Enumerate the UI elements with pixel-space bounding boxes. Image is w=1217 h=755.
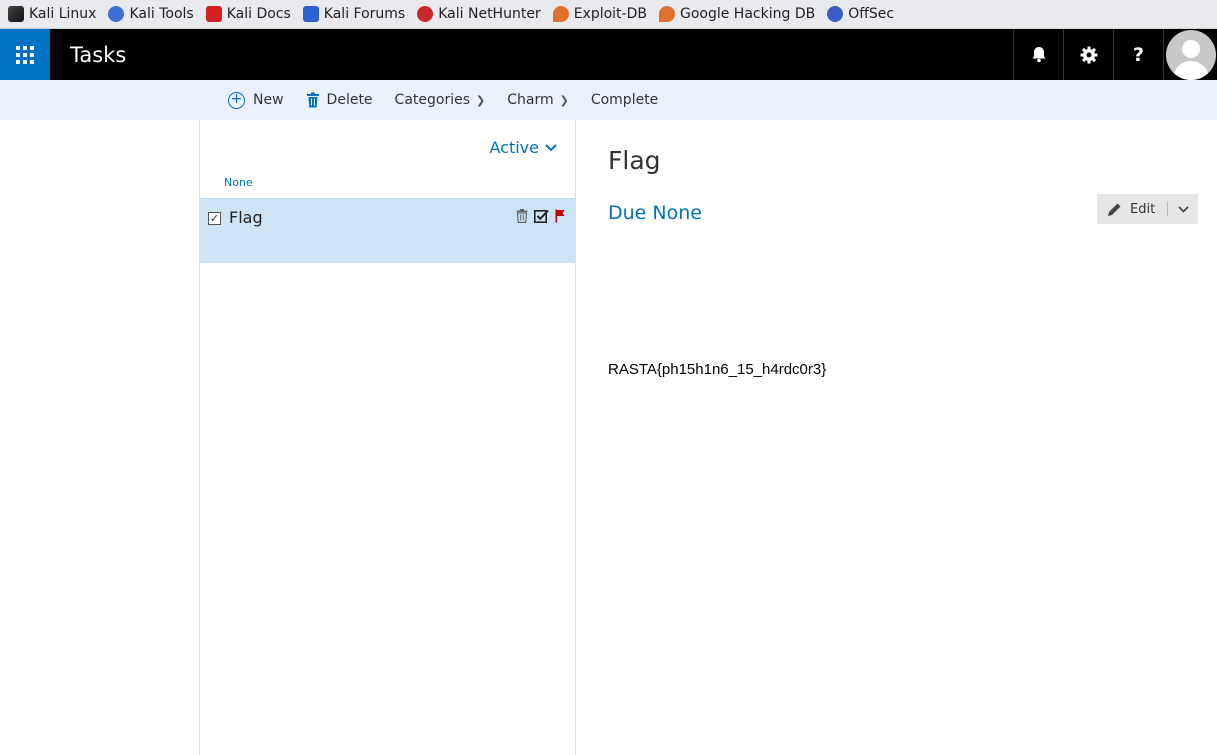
kali-dragon-icon: [8, 6, 24, 22]
new-button[interactable]: + New: [228, 91, 284, 109]
kali-nethunter-icon: [417, 6, 434, 22]
complete-button[interactable]: Complete: [591, 92, 658, 108]
task-detail-pane: Flag Due None Edit RASTA{ph15h1n6_15_h4r…: [577, 120, 1217, 755]
bookmark-kali-linux[interactable]: Kali Linux: [8, 6, 96, 22]
kali-forums-icon: [302, 6, 319, 22]
flag-icon[interactable]: [555, 209, 565, 227]
list-item[interactable]: ✓ Flag: [200, 198, 575, 263]
delete-button[interactable]: Delete: [306, 92, 373, 108]
notifications-button[interactable]: [1013, 29, 1063, 80]
edit-button[interactable]: Edit: [1097, 194, 1198, 224]
help-button[interactable]: ?: [1113, 29, 1163, 80]
bookmark-offsec[interactable]: OffSec: [827, 6, 894, 22]
charm-dropdown[interactable]: Charm ❯: [507, 92, 569, 108]
task-checkbox[interactable]: ✓: [208, 212, 221, 225]
bookmark-kali-tools[interactable]: Kali Tools: [108, 6, 194, 22]
task-body-text: RASTA{ph15h1n6_15_h4rdc0r3}: [608, 361, 827, 378]
settings-button[interactable]: [1063, 29, 1113, 80]
chevron-down-icon: ❯: [476, 93, 486, 107]
app-launcher-button[interactable]: [0, 29, 50, 80]
due-date[interactable]: Due None: [608, 202, 702, 224]
bookmark-kali-forums[interactable]: Kali Forums: [302, 6, 405, 22]
command-bar: + New Delete Categories ❯ Charm ❯ Comple…: [0, 80, 1217, 120]
chevron-down-icon[interactable]: [1178, 205, 1189, 213]
trash-icon: [306, 92, 319, 108]
app-title: Tasks: [70, 42, 127, 67]
app-header: Tasks ?: [0, 29, 1217, 80]
bookmark-kali-nethunter[interactable]: Kali NetHunter: [417, 6, 541, 22]
categories-dropdown[interactable]: Categories ❯: [395, 92, 486, 108]
group-header: None: [224, 176, 253, 189]
account-button[interactable]: [1163, 29, 1217, 80]
kali-docs-icon: [205, 6, 222, 22]
bell-icon: [1032, 47, 1045, 63]
gear-icon: [1080, 46, 1097, 63]
bookmarks-bar: Kali Linux Kali Tools Kali Docs Kali For…: [0, 0, 1217, 29]
bookmark-exploit-db[interactable]: Exploit-DB: [552, 6, 647, 22]
chevron-down-icon: [545, 143, 557, 151]
chevron-down-icon: ❯: [559, 93, 569, 107]
bookmark-google-hacking-db[interactable]: Google Hacking DB: [658, 6, 815, 22]
left-navigation: [0, 120, 200, 755]
trash-icon[interactable]: [516, 209, 528, 227]
task-list-pane: Active None ✓ Flag: [200, 120, 576, 755]
main-area: Active None ✓ Flag Flag Due None Edit RA…: [0, 120, 1217, 755]
offsec-icon: [827, 6, 844, 22]
plus-circle-icon: +: [228, 91, 245, 109]
ghdb-icon: [658, 6, 675, 22]
pencil-icon: [1108, 203, 1121, 216]
task-title: Flag: [229, 208, 263, 227]
kali-tools-icon: [108, 6, 125, 22]
detail-title: Flag: [608, 146, 661, 175]
bookmark-kali-docs[interactable]: Kali Docs: [205, 6, 291, 22]
help-icon: ?: [1132, 43, 1145, 66]
filter-dropdown[interactable]: Active: [490, 138, 558, 157]
mark-complete-icon[interactable]: [534, 209, 549, 227]
avatar: [1165, 29, 1216, 80]
exploit-db-icon: [552, 6, 569, 22]
waffle-icon: [16, 45, 34, 64]
